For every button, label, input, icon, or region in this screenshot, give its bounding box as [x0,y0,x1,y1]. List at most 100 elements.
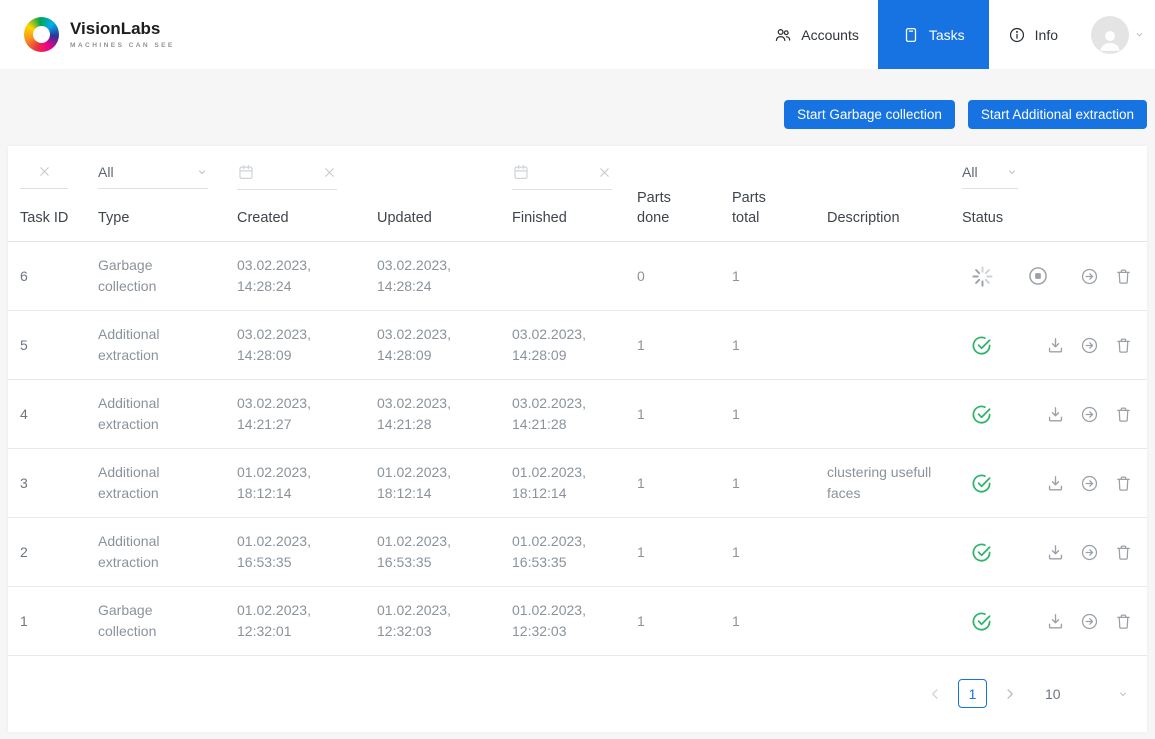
delete-task-button[interactable] [1112,403,1135,426]
column-updated: Updated [377,146,512,242]
user-menu[interactable] [1091,16,1145,54]
table-row: 6 Garbage collection 03.02.2023, 14:28:2… [8,242,1147,311]
info-icon [1008,26,1026,44]
task-type-cell: Additional extraction [98,531,237,573]
updated-cell: 01.02.2023, 16:53:35 [377,531,512,573]
start-garbage-collection-button[interactable]: Start Garbage collection [784,100,955,129]
created-cell: 01.02.2023, 12:32:01 [237,600,377,642]
nav-tasks-label: Tasks [929,27,965,43]
nav-info[interactable]: Info [989,0,1077,69]
parts-total-cell: 1 [732,473,827,494]
success-check-icon [971,473,992,494]
open-task-button[interactable] [1078,472,1101,495]
task-type-cell: Garbage collection [98,255,237,297]
task-id-cell: 1 [20,611,98,632]
task-type-cell: Additional extraction [98,462,237,504]
download-result-button[interactable] [1044,472,1067,495]
previous-page-button[interactable] [926,685,944,703]
type-filter-value: All [98,164,114,180]
task-id-cell: 5 [20,335,98,356]
updated-cell: 03.02.2023, 14:28:24 [377,255,512,297]
next-page-button[interactable] [1001,685,1019,703]
column-type: All Type [98,146,237,242]
column-status: All Status [962,146,1034,242]
pagination: 1 10 [8,656,1147,732]
finished-cell: 03.02.2023, 14:28:09 [512,324,637,366]
status-cell [962,542,1034,563]
open-task-button[interactable] [1078,265,1101,288]
calendar-icon [237,163,255,181]
created-date-filter[interactable] [237,163,337,190]
clear-task-id-filter-button[interactable] [37,164,52,179]
column-label: Status [962,209,1014,229]
stop-task-button[interactable] [1025,263,1051,289]
delete-task-button[interactable] [1112,265,1135,288]
updated-cell: 03.02.2023, 14:28:09 [377,324,512,366]
delete-task-button[interactable] [1112,472,1135,495]
row-actions [1034,610,1139,633]
chevron-down-icon [1006,166,1018,178]
task-id-cell: 2 [20,542,98,563]
task-id-filter[interactable] [20,163,68,189]
created-cell: 03.02.2023, 14:21:27 [237,393,377,435]
tasks-table: Task ID All Type [8,146,1147,732]
clear-finished-filter-button[interactable] [597,165,612,180]
download-result-button[interactable] [1044,541,1067,564]
updated-cell: 01.02.2023, 12:32:03 [377,600,512,642]
column-created: Created [237,146,377,242]
status-cell [962,404,1034,425]
created-cell: 03.02.2023, 14:28:09 [237,324,377,366]
main-nav: Accounts Tasks Info [755,0,1155,69]
nav-info-label: Info [1035,27,1058,43]
nav-accounts[interactable]: Accounts [755,0,878,69]
row-actions [1034,541,1139,564]
success-check-icon [971,542,992,563]
nav-tasks[interactable]: Tasks [878,0,989,69]
task-id-cell: 4 [20,404,98,425]
clear-created-filter-button[interactable] [322,165,337,180]
task-id-cell: 6 [20,266,98,287]
open-task-button[interactable] [1078,610,1101,633]
task-table-body: 6 Garbage collection 03.02.2023, 14:28:2… [8,242,1147,656]
table-row: 2 Additional extraction 01.02.2023, 16:5… [8,518,1147,587]
row-actions [1034,334,1139,357]
open-task-button[interactable] [1078,403,1101,426]
download-result-button[interactable] [1044,403,1067,426]
table-row: 3 Additional extraction 01.02.2023, 18:1… [8,449,1147,518]
top-navbar: VisionLabs MACHINES CAN SEE Accounts [0,0,1155,69]
parts-total-cell: 1 [732,335,827,356]
accounts-people-icon [774,26,792,44]
column-finished: Finished [512,146,637,242]
actions-bar: Start Garbage collection Start Additiona… [0,69,1155,146]
status-cell [962,335,1034,356]
delete-task-button[interactable] [1112,541,1135,564]
in-progress-spinner-icon [971,265,994,288]
success-check-icon [971,335,992,356]
column-description: Description [827,146,962,242]
brand: VisionLabs MACHINES CAN SEE [24,17,175,52]
column-label: Updated [377,209,492,229]
delete-task-button[interactable] [1112,334,1135,357]
type-filter-select[interactable]: All [98,163,208,189]
page-size-select[interactable]: 10 [1045,686,1129,702]
row-actions [1034,403,1139,426]
current-page-button[interactable]: 1 [958,679,987,708]
column-task-id: Task ID [20,146,98,242]
column-actions [1034,146,1139,242]
calendar-icon [512,163,530,181]
updated-cell: 03.02.2023, 14:21:28 [377,393,512,435]
page-size-value: 10 [1045,686,1061,702]
download-result-button[interactable] [1044,334,1067,357]
open-task-button[interactable] [1078,334,1101,357]
finished-date-filter[interactable] [512,163,612,190]
chevron-down-icon [196,166,208,178]
download-result-button[interactable] [1044,610,1067,633]
created-cell: 01.02.2023, 18:12:14 [237,462,377,504]
delete-task-button[interactable] [1112,610,1135,633]
open-task-button[interactable] [1078,541,1101,564]
parts-done-cell: 1 [637,542,732,563]
status-filter-select[interactable]: All [962,163,1018,189]
start-additional-extraction-button[interactable]: Start Additional extraction [968,100,1147,129]
description-cell: clustering usefull faces [827,462,962,504]
updated-cell: 01.02.2023, 18:12:14 [377,462,512,504]
